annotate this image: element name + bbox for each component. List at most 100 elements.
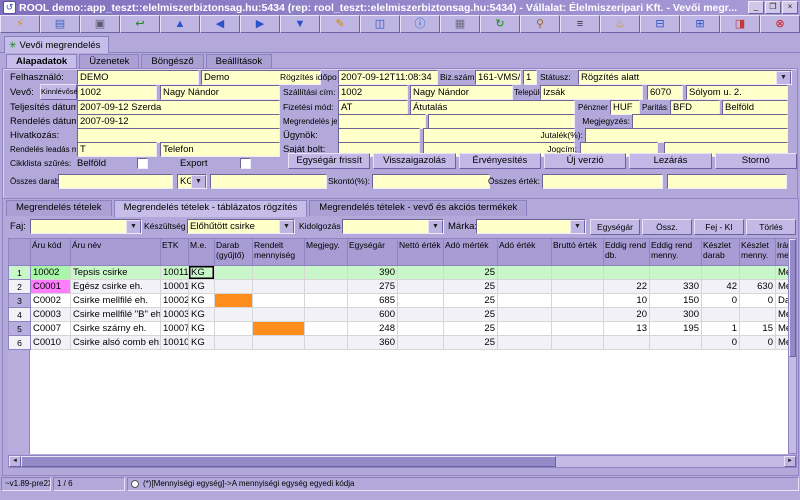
cell-brutto[interactable] [552,336,604,350]
cell-kod[interactable]: C0001 [31,280,71,294]
list-button[interactable]: ≡ [560,15,600,33]
vevo-name-field[interactable]: Nagy Nándor [160,85,280,100]
lightning-button[interactable]: ⚡ [0,15,40,33]
osszes-darab-field[interactable] [58,174,173,189]
cell-me[interactable]: KG [189,266,215,280]
cell-kod[interactable]: C0010 [31,336,71,350]
search-button[interactable]: ⚲ [520,15,560,33]
column-header-eddig_db[interactable]: Eddig rend db. [604,239,650,266]
stornó-button[interactable]: Stornó [715,153,797,169]
cell-netto[interactable] [398,336,444,350]
cell-netto[interactable] [398,280,444,294]
cell-k_menny[interactable]: 630 [740,280,776,294]
cell-brutto[interactable] [552,280,604,294]
export-checkbox[interactable] [240,158,251,169]
detail-tab-2[interactable]: Megrendelés tételek - táblázatos rögzíté… [114,200,308,217]
detail-tab-1[interactable]: Megrendelés tételek [6,200,112,216]
column-header-nev[interactable]: Áru név [71,239,161,266]
bell-button[interactable]: ♨ [600,15,640,33]
cell-ado_m[interactable]: 25 [444,308,498,322]
össz-rendelés-button[interactable]: Össz. rendelés [642,219,692,235]
cell-nev[interactable]: Csirke alsó comb eh. [71,336,161,350]
cell-ado_m[interactable]: 25 [444,266,498,280]
cell-me[interactable]: KG [189,322,215,336]
cell-ado_e[interactable] [498,266,552,280]
column-header-brutto[interactable]: Bruttó érték [552,239,604,266]
cell-brutto[interactable] [552,266,604,280]
cell-k_menny[interactable] [740,266,776,280]
cell-iranyado[interactable]: Mennyis [776,308,789,322]
cell-num[interactable]: 3 [9,294,31,308]
lezárás-button[interactable]: Lezárás [629,153,711,169]
cell-ado_e[interactable] [498,308,552,322]
cell-eddig_db[interactable] [604,266,650,280]
table-add-button[interactable]: ⊞ [680,15,720,33]
szallitasi-code-field[interactable]: 1002 [338,85,408,100]
tab-böngésző[interactable]: Böngésző [141,54,203,69]
teljesites-field[interactable]: 2007-09-12 Szerda [77,100,280,115]
cell-eddig_m[interactable] [650,336,702,350]
info-button[interactable]: ⓘ [400,15,440,33]
cell-megj[interactable] [305,322,348,336]
rendeles-datum-field[interactable]: 2007-09-12 [77,114,280,129]
paritas-code-field[interactable]: BFD [670,100,720,115]
chevron-down-icon[interactable]: ▼ [428,220,443,234]
cell-rendelt[interactable] [253,280,305,294]
cell-eddig_m[interactable]: 195 [650,322,702,336]
statusz-dropdown[interactable]: Rögzítés alatt ▼ [578,70,792,85]
megjegyzes-field[interactable] [632,114,788,129]
open-folder-button[interactable]: ▤ [40,15,80,33]
cell-brutto[interactable] [552,322,604,336]
cell-etk[interactable]: 10011 [161,266,189,280]
keszultseg-dropdown[interactable]: Előhűtött csirke ▼ [187,219,295,234]
back-button[interactable]: ◀ [200,15,240,33]
cell-eddig_db[interactable]: 22 [604,280,650,294]
cell-rendelt[interactable] [253,322,305,336]
egységár-frissít-button[interactable]: Egységár frissít [288,153,370,169]
cell-k_menny[interactable]: 15 [740,322,776,336]
fizetesi-name-field[interactable]: Átutalás [410,100,575,115]
cell-k_darab[interactable]: 1 [702,322,740,336]
column-header-darab[interactable]: Darab (gyűjtő) [215,239,253,266]
cell-kod[interactable]: C0003 [31,308,71,322]
szallitasi-name-field[interactable]: Nagy Nándor [410,85,513,100]
column-header-ado_m[interactable]: Adó mérték [444,239,498,266]
column-header-ado_e[interactable]: Adó érték [498,239,552,266]
cell-nev[interactable]: Csirke mellfilé "B" eh. [71,308,161,322]
cell-etk[interactable]: 10002 [161,294,189,308]
cell-darab[interactable] [215,322,253,336]
cell-megj[interactable] [305,280,348,294]
cell-egysegar[interactable]: 248 [348,322,398,336]
cell-egysegar[interactable]: 600 [348,308,398,322]
chevron-down-icon[interactable]: ▼ [570,220,585,234]
calendar-button[interactable]: ▦ [440,15,480,33]
cell-etk[interactable]: 10007 [161,322,189,336]
cell-egysegar[interactable]: 275 [348,280,398,294]
cell-etk[interactable]: 10001 [161,280,189,294]
cell-eddig_m[interactable] [650,266,702,280]
tab-vevoi-megrendeles[interactable]: ✳ Vevői megrendelés [4,36,109,53]
table-export-button[interactable]: ⊟ [640,15,680,33]
cell-k_menny[interactable]: 0 [740,336,776,350]
cell-megj[interactable] [305,266,348,280]
cell-eddig_db[interactable] [604,336,650,350]
cell-ado_e[interactable] [498,294,552,308]
cell-kod[interactable]: C0002 [31,294,71,308]
chevron-down-icon[interactable]: ▼ [776,71,791,85]
cell-nev[interactable]: Csirke mellfilé eh. [71,294,161,308]
fej-ki-button[interactable]: Fej - KI [694,219,744,235]
column-header-num[interactable] [9,239,31,266]
egységár-button[interactable]: Egységár [590,219,640,235]
cell-ado_e[interactable] [498,336,552,350]
cell-nev[interactable]: Tepsis csirke [71,266,161,280]
close-button[interactable]: × [782,1,798,14]
cell-iranyado[interactable]: Mennyis [776,322,789,336]
telepules-field[interactable]: Izsák [540,85,643,100]
tab-üzenetek[interactable]: Üzenetek [79,54,139,69]
forward-button[interactable]: ▶ [240,15,280,33]
cell-ado_m[interactable]: 25 [444,280,498,294]
cell-me[interactable]: KG [189,280,215,294]
érvényesítés-button[interactable]: Érvényesítés [459,153,541,169]
visszaigazolás-button[interactable]: Visszaigazolás [373,153,455,169]
column-header-egysegar[interactable]: Egységár [348,239,398,266]
